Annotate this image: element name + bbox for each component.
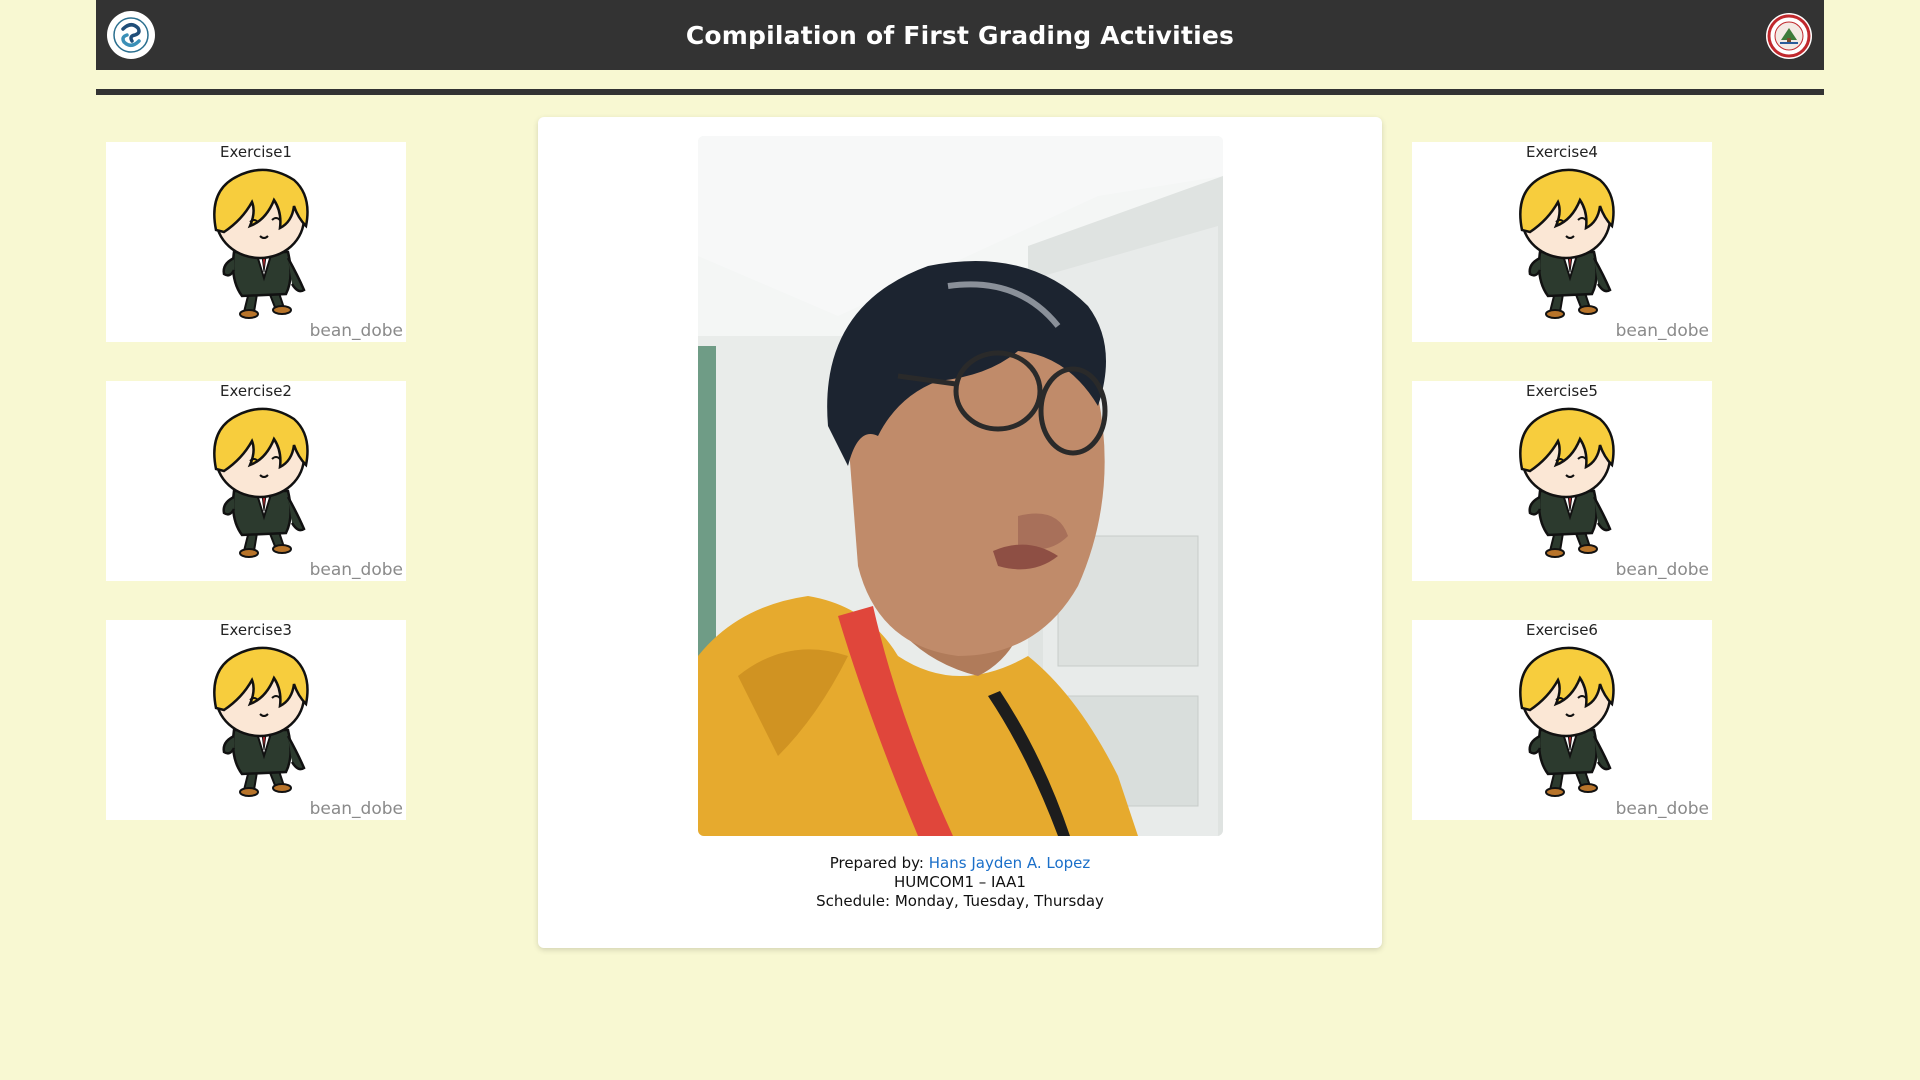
watermark-text: bean_dobe — [309, 560, 403, 580]
exercise-label: Exercise2 — [220, 382, 292, 400]
exercise-label: Exercise5 — [1526, 382, 1598, 400]
exercise-label: Exercise4 — [1526, 143, 1598, 161]
watermark-text: bean_dobe — [1615, 321, 1709, 341]
chibi-character-image — [1519, 646, 1615, 798]
exercise-card-3[interactable]: Exercise3 bean_dobe — [106, 620, 406, 820]
exercise-label: Exercise1 — [220, 143, 292, 161]
watermark-text: bean_dobe — [1615, 799, 1709, 819]
school-seal-icon[interactable] — [1766, 13, 1812, 59]
profile-panel: Prepared by: Hans Jayden A. Lopez HUMCOM… — [538, 117, 1382, 948]
profile-photo — [698, 136, 1223, 836]
schedule-text: Schedule: Monday, Tuesday, Thursday — [816, 892, 1104, 910]
chibi-character-image — [213, 407, 309, 559]
chibi-character-image — [1519, 407, 1615, 559]
exercise-card-2[interactable]: Exercise2 bean_dobe — [106, 381, 406, 581]
exercise-card-1[interactable]: Exercise1 bean_dobe — [106, 142, 406, 342]
prepared-by-line: Prepared by: Hans Jayden A. Lopez — [538, 854, 1382, 873]
watermark-text: bean_dobe — [309, 799, 403, 819]
chibi-character-image — [213, 646, 309, 798]
profile-info: Prepared by: Hans Jayden A. Lopez HUMCOM… — [538, 854, 1382, 911]
author-name-link[interactable]: Hans Jayden A. Lopez — [929, 854, 1091, 872]
watermark-text: bean_dobe — [1615, 560, 1709, 580]
exercise-card-5[interactable]: Exercise5 bean_dobe — [1412, 381, 1712, 581]
header-divider — [96, 89, 1824, 95]
chibi-character-image — [213, 168, 309, 320]
exercise-card-6[interactable]: Exercise6 bean_dobe — [1412, 620, 1712, 820]
swirl-logo-icon[interactable] — [107, 11, 155, 59]
exercise-label: Exercise6 — [1526, 621, 1598, 639]
watermark-text: bean_dobe — [309, 321, 403, 341]
exercise-label: Exercise3 — [220, 621, 292, 639]
page-header: Compilation of First Grading Activities — [96, 0, 1824, 70]
exercise-card-4[interactable]: Exercise4 bean_dobe — [1412, 142, 1712, 342]
prepared-by-label: Prepared by: — [829, 854, 924, 872]
page-title: Compilation of First Grading Activities — [685, 20, 1235, 50]
course-text: HUMCOM1 – IAA1 — [894, 873, 1026, 891]
chibi-character-image — [1519, 168, 1615, 320]
